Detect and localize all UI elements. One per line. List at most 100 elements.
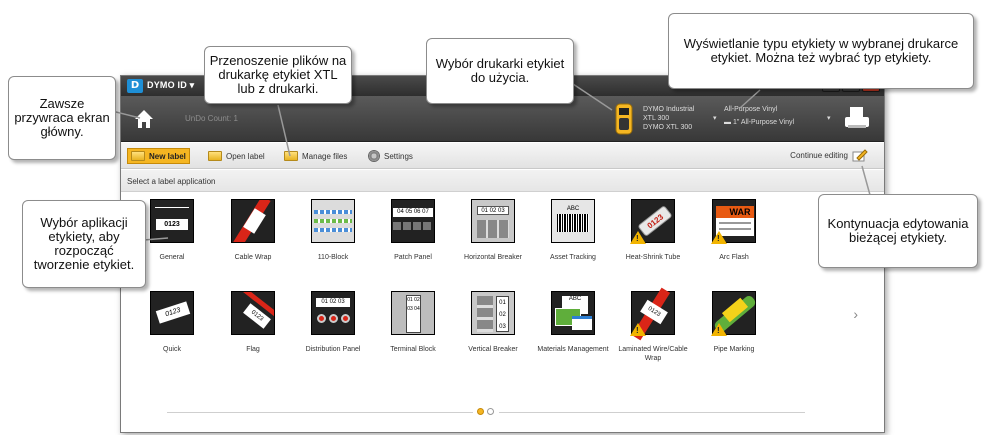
pager-dot-1[interactable] xyxy=(477,408,484,415)
callout-application-text: Wybór aplikacji etykiety, aby rozpocząć … xyxy=(33,215,135,272)
distribution-panel-thumb-text: 01 02 03 xyxy=(316,298,350,307)
tile-label: Patch Panel xyxy=(394,254,432,261)
settings-text: Settings xyxy=(384,151,413,161)
tile-quick[interactable]: 0123 Quick xyxy=(136,291,208,354)
warning-mark: ! xyxy=(636,326,639,335)
tile-arc-flash[interactable]: WAR ! Arc Flash xyxy=(698,199,770,262)
action-bar: New label Open label Manage files Settin… xyxy=(121,143,884,169)
tile-label: Laminated Wire/Cable Wrap xyxy=(618,346,688,362)
manage-files-text: Manage files xyxy=(302,151,348,161)
tile-materials-management[interactable]: ABC Materials Management xyxy=(537,291,609,354)
pager-line-right xyxy=(499,412,805,413)
manage-files-button[interactable]: Manage files xyxy=(281,148,350,164)
app-window: D DYMO ID ▾ UnDo Count: 1 DYMO Industria… xyxy=(120,75,885,433)
app-name: DYMO ID xyxy=(147,80,187,90)
callout-home: Zawsze przywraca ekran główny. xyxy=(8,76,116,160)
patch-panel-thumbnail: 04 05 06 07 xyxy=(391,199,435,243)
tile-label: Heat-Shrink Tube xyxy=(625,254,681,261)
quick-thumb-text: 0123 xyxy=(155,301,191,324)
pager-dot-2[interactable] xyxy=(487,408,494,415)
flag-thumbnail: 0123 xyxy=(231,291,275,335)
callout-application: Wybór aplikacji etykiety, aby rozpocząć … xyxy=(22,200,146,288)
home-button[interactable] xyxy=(121,96,167,142)
warning-mark: ! xyxy=(717,234,720,243)
heat-shrink-tube-thumbnail: 0123 ! xyxy=(630,199,675,244)
tile-patch-panel[interactable]: 04 05 06 07 Patch Panel xyxy=(377,199,449,262)
patch-panel-thumb-text: 04 05 06 07 xyxy=(393,208,433,217)
asset-tracking-thumbnail: ABC xyxy=(551,199,595,243)
label-type-dropdown-icon[interactable]: ▾ xyxy=(827,114,831,122)
arc-flash-thumb-text: WAR xyxy=(716,206,754,218)
tile-label: Quick xyxy=(163,346,181,353)
tile-label: 110-Block xyxy=(317,254,349,261)
settings-button[interactable]: Settings xyxy=(365,148,416,164)
undo-count: UnDo Count: 1 xyxy=(185,114,238,123)
pager-line-left xyxy=(167,412,473,413)
printer-id: DYMO XTL 300 xyxy=(643,124,693,131)
label-application-grid: 0123 General Cable Wrap 110-Block 04 05 … xyxy=(121,193,884,432)
printer-selector[interactable]: DYMO Industrial XTL 300 DYMO XTL 300 xyxy=(643,105,713,132)
printer-model: XTL 300 xyxy=(643,115,670,122)
terminal-block-thumbnail: 01 02 03 04 xyxy=(391,291,435,335)
callout-label-type-text: Wyświetlanie typu etykiety w wybranej dr… xyxy=(683,36,959,65)
cable-wrap-thumbnail xyxy=(231,199,275,243)
tile-label: Pipe Marking xyxy=(713,346,755,353)
open-label-text: Open label xyxy=(226,151,265,161)
callout-continue: Kontynuacja edytowania bieżącej etykiety… xyxy=(818,194,978,268)
tile-flag[interactable]: 0123 Flag xyxy=(217,291,289,354)
continue-editing-button[interactable]: Continue editing xyxy=(790,148,868,162)
folder-transfer-icon xyxy=(284,151,298,161)
tile-label: Arc Flash xyxy=(719,254,749,261)
label-type-size: 1" All-Purpose Vinyl xyxy=(732,119,795,126)
tile-asset-tracking[interactable]: ABC Asset Tracking xyxy=(537,199,609,262)
tape-icon: ▬ xyxy=(724,119,731,126)
new-label-icon xyxy=(131,151,145,161)
tile-horizontal-breaker[interactable]: 01 02 03 Horizontal Breaker xyxy=(457,199,529,262)
tile-label: Asset Tracking xyxy=(550,254,596,261)
vertical-breaker-thumb-text: 01 02 03 xyxy=(496,296,509,332)
callout-label-type: Wyświetlanie typu etykiety w wybranej dr… xyxy=(668,13,974,89)
folder-icon xyxy=(208,151,222,161)
section-header: Select a label application xyxy=(121,170,884,192)
materials-management-thumbnail: ABC xyxy=(551,291,595,335)
label-type-selector[interactable]: All-Purpose Vinyl ▬ 1" All-Purpose Vinyl xyxy=(724,105,824,127)
asset-tracking-thumb-text: ABC xyxy=(566,206,580,212)
label-printer-icon[interactable] xyxy=(613,102,635,136)
tile-pipe-marking[interactable]: ! Pipe Marking xyxy=(698,291,770,354)
app-logo: D xyxy=(127,79,143,93)
tile-vertical-breaker[interactable]: 01 02 03 Vertical Breaker xyxy=(457,291,529,354)
general-thumbnail: 0123 xyxy=(150,199,194,243)
110-block-thumbnail xyxy=(311,199,355,243)
callout-files: Przenoszenie plików na drukarkę etykiet … xyxy=(204,46,352,104)
warning-mark: ! xyxy=(636,234,639,243)
laminated-wire-thumbnail: 0123 ! xyxy=(630,287,675,341)
home-icon xyxy=(135,110,153,128)
tile-laminated-wire-cable-wrap[interactable]: 0123 ! Laminated Wire/Cable Wrap xyxy=(617,287,689,363)
tile-terminal-block[interactable]: 01 02 03 04 Terminal Block xyxy=(377,291,449,354)
new-label-button[interactable]: New label xyxy=(127,148,190,164)
pencil-edit-icon xyxy=(852,149,868,162)
distribution-panel-thumbnail: 01 02 03 xyxy=(311,291,355,335)
continue-editing-text: Continue editing xyxy=(790,150,848,160)
open-label-button[interactable]: Open label xyxy=(205,148,268,164)
tile-label: Terminal Block xyxy=(390,346,436,353)
tile-110-block[interactable]: 110-Block xyxy=(297,199,369,262)
tile-label: Distribution Panel xyxy=(305,346,361,353)
callout-continue-text: Kontynuacja edytowania bieżącej etykiety… xyxy=(827,216,969,245)
tile-label: Materials Management xyxy=(537,346,609,353)
printer-dropdown-icon[interactable]: ▾ xyxy=(713,114,717,122)
arc-flash-thumbnail: WAR ! xyxy=(711,199,756,244)
general-thumb-text: 0123 xyxy=(156,219,188,230)
tile-heat-shrink-tube[interactable]: 0123 ! Heat-Shrink Tube xyxy=(617,199,689,262)
tile-label: General xyxy=(159,254,185,261)
tile-distribution-panel[interactable]: 01 02 03 Distribution Panel xyxy=(297,291,369,354)
app-menu-button[interactable]: DYMO ID ▾ xyxy=(147,80,194,91)
callout-home-text: Zawsze przywraca ekran główny. xyxy=(14,96,110,139)
print-icon[interactable] xyxy=(842,104,872,134)
vertical-breaker-thumbnail: 01 02 03 xyxy=(471,291,515,335)
tile-general[interactable]: 0123 General xyxy=(136,199,208,262)
printer-name: DYMO Industrial xyxy=(643,106,695,113)
terminal-block-thumb-text: 01 02 03 04 xyxy=(406,295,421,333)
chevron-right-icon[interactable]: › xyxy=(853,306,858,322)
tile-cable-wrap[interactable]: Cable Wrap xyxy=(217,199,289,262)
